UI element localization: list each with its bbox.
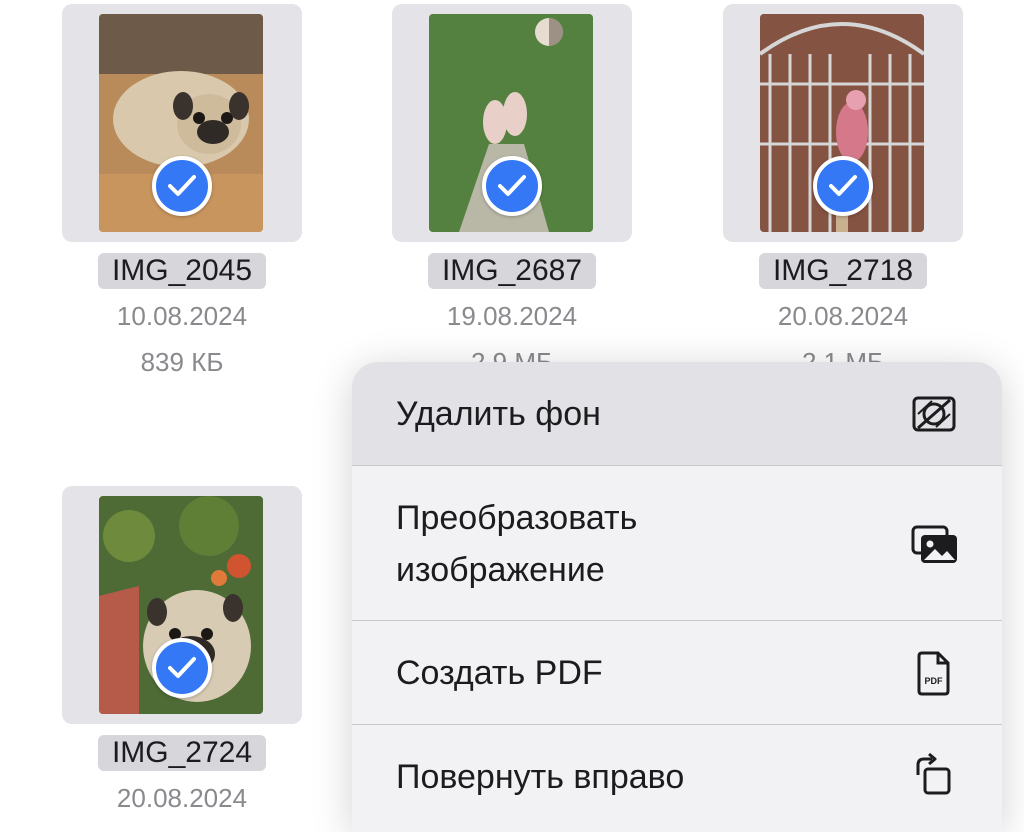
file-date: 19.08.2024 xyxy=(446,301,578,331)
menu-item-create-pdf[interactable]: Создать PDF PDF xyxy=(352,620,1002,725)
selected-checkmark-icon[interactable] xyxy=(152,638,212,698)
file-size: 839 КБ xyxy=(140,347,224,377)
remove-background-icon xyxy=(910,390,958,438)
menu-item-label: Повернуть вправо xyxy=(396,758,685,796)
menu-item-label: Удалить фон xyxy=(396,395,601,433)
menu-item-label: Преобразовать изображение xyxy=(396,499,638,589)
pdf-document-icon: PDF xyxy=(910,649,958,697)
menu-item-convert-image[interactable]: Преобразовать изображение xyxy=(352,465,1002,621)
selected-checkmark-icon[interactable] xyxy=(152,156,212,216)
file-name[interactable]: IMG_2724 xyxy=(97,735,267,771)
menu-item-label: Создать PDF xyxy=(396,654,603,692)
menu-item-remove-background[interactable]: Удалить фон xyxy=(352,362,1002,465)
menu-item-rotate-right[interactable]: Повернуть вправо xyxy=(352,724,1002,832)
file-date: 20.08.2024 xyxy=(116,783,248,813)
svg-text:PDF: PDF xyxy=(925,676,944,686)
context-menu: Удалить фон Преобразовать изображение Со… xyxy=(352,362,1002,832)
convert-image-icon xyxy=(910,521,958,569)
file-date: 10.08.2024 xyxy=(116,301,248,331)
file-date: 20.08.2024 xyxy=(777,301,909,331)
selected-checkmark-icon[interactable] xyxy=(482,156,542,216)
file-name[interactable]: IMG_2687 xyxy=(427,253,597,289)
file-name[interactable]: IMG_2718 xyxy=(758,253,928,289)
selected-checkmark-icon[interactable] xyxy=(813,156,873,216)
rotate-right-icon xyxy=(910,751,958,799)
file-name[interactable]: IMG_2045 xyxy=(97,253,267,289)
